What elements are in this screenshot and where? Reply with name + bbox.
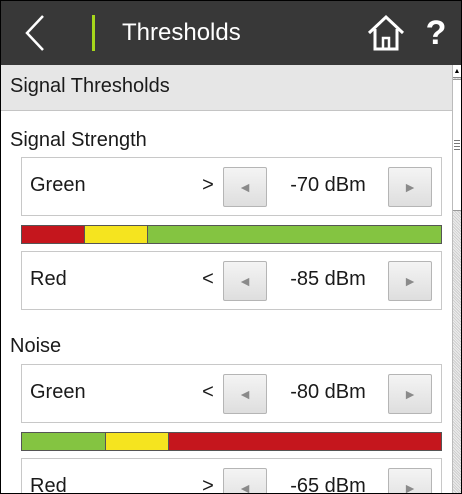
signal-red-row: Red < ◄ -85 dBm ►	[21, 251, 442, 310]
signal-bar-segment-1	[84, 226, 148, 243]
scroll-up-arrow-icon[interactable]: ▲	[453, 65, 461, 78]
title-divider	[92, 15, 95, 51]
noise-red-decrement-button[interactable]: ◄	[223, 468, 267, 493]
noise-green-row: Green < ◄ -80 dBm ►	[21, 364, 442, 423]
signal-green-row: Green > ◄ -70 dBm ►	[21, 157, 442, 216]
signal-red-operator: <	[202, 268, 214, 290]
signal-red-label: Red	[30, 268, 67, 290]
home-button[interactable]	[365, 11, 407, 55]
scroll-thumb[interactable]	[453, 79, 461, 211]
triangle-right-icon: ►	[403, 179, 417, 195]
signal-bar-segment-2	[147, 226, 441, 243]
signal-strength-label: Signal Strength	[10, 129, 147, 151]
signal-green-decrement-button[interactable]: ◄	[223, 167, 267, 207]
signal-green-value: -70 dBm	[290, 174, 366, 196]
noise-red-label: Red	[30, 475, 67, 493]
signal-green-label: Green	[30, 174, 86, 196]
app-screen: Thresholds ? Signal Thresholds Signal St…	[0, 0, 462, 494]
section-title: Signal Thresholds	[10, 75, 170, 97]
noise-green-label: Green	[30, 381, 86, 403]
noise-threshold-bar	[21, 432, 442, 451]
noise-bar-segment-1	[105, 433, 169, 450]
triangle-right-icon: ►	[403, 273, 417, 289]
noise-label: Noise	[10, 335, 62, 357]
triangle-left-icon: ◄	[238, 480, 252, 493]
page-title: Thresholds	[122, 19, 241, 46]
vertical-scrollbar[interactable]: ▲	[452, 65, 461, 493]
section-header: Signal Thresholds	[1, 65, 452, 111]
triangle-left-icon: ◄	[238, 273, 252, 289]
noise-bar-segment-0	[22, 433, 106, 450]
triangle-left-icon: ◄	[238, 179, 252, 195]
noise-red-operator: >	[202, 475, 214, 493]
triangle-right-icon: ►	[403, 480, 417, 493]
noise-green-increment-button[interactable]: ►	[388, 374, 432, 414]
noise-bar-segment-2	[168, 433, 441, 450]
triangle-right-icon: ►	[403, 386, 417, 402]
signal-red-value: -85 dBm	[290, 268, 366, 290]
signal-green-operator: >	[202, 174, 214, 196]
noise-red-value: -65 dBm	[290, 475, 366, 493]
noise-red-row: Red > ◄ -65 dBm ►	[21, 458, 442, 493]
back-button[interactable]	[15, 11, 55, 55]
home-icon	[367, 14, 405, 51]
signal-red-decrement-button[interactable]: ◄	[223, 261, 267, 301]
scroll-grip-icon	[454, 140, 460, 152]
signal-red-increment-button[interactable]: ►	[388, 261, 432, 301]
signal-green-increment-button[interactable]: ►	[388, 167, 432, 207]
signal-threshold-bar	[21, 225, 442, 244]
signal-bar-segment-0	[22, 226, 85, 243]
content-area: Signal Thresholds Signal Strength Green …	[1, 65, 452, 493]
noise-green-operator: <	[202, 381, 214, 403]
noise-green-value: -80 dBm	[290, 381, 366, 403]
help-button[interactable]: ?	[419, 9, 453, 57]
triangle-left-icon: ◄	[238, 386, 252, 402]
noise-green-decrement-button[interactable]: ◄	[223, 374, 267, 414]
noise-red-increment-button[interactable]: ►	[388, 468, 432, 493]
chevron-left-icon	[25, 15, 44, 51]
title-bar: Thresholds ?	[1, 1, 461, 65]
